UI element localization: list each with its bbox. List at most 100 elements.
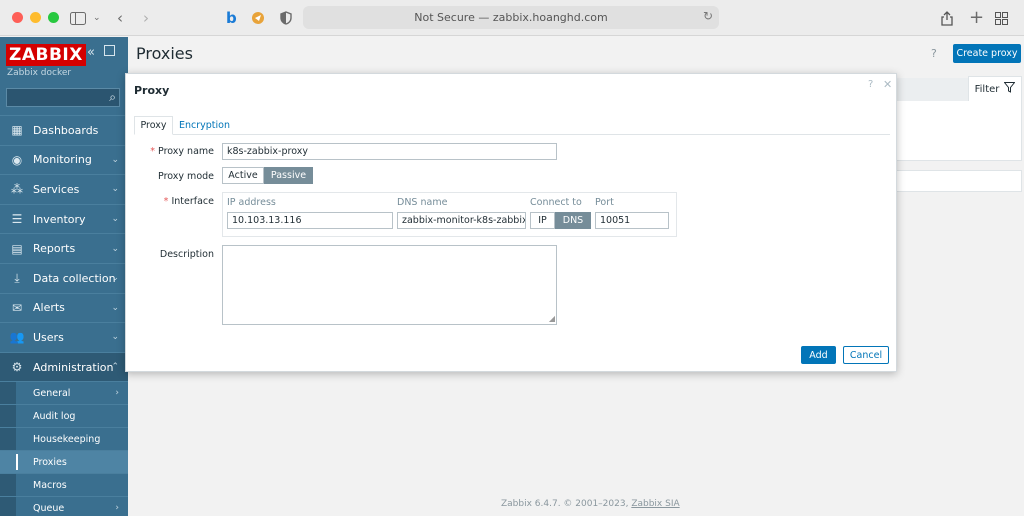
submenu-item-label: Macros [33,479,67,491]
menu-item-label: Administration [33,360,114,374]
help-icon[interactable]: ? [868,79,873,90]
menu-item-alerts[interactable]: ✉ Alerts ⌄ [0,292,128,323]
envelope-icon: ✉ [11,300,23,315]
shield-icon[interactable] [280,9,292,27]
ip-address-input[interactable]: 10.103.13.116 [227,212,393,229]
close-window-button[interactable] [12,12,23,23]
submenu-item-housekeeping[interactable]: Housekeeping [0,427,128,450]
bing-icon[interactable]: b [226,9,237,27]
submenu-item-label: Proxies [33,456,67,468]
port-input[interactable]: 10051 [595,212,669,229]
proxy-name-label: * Proxy name [126,146,214,157]
minimize-window-button[interactable] [30,12,41,23]
menu-item-reports[interactable]: ▤ Reports ⌄ [0,233,128,263]
users-icon: 👥 [9,330,25,345]
connect-to-toggle: IP DNS [530,212,591,229]
interface-table: IP address DNS name Connect to Port 10.1… [222,192,677,237]
kiosk-mode-icon[interactable] [104,45,115,56]
proxy-dialog: Proxy ? ✕ Proxy Encryption * Proxy name … [125,73,897,372]
reload-icon[interactable]: ↻ [703,9,713,23]
help-icon[interactable]: ? [931,47,937,60]
submenu-item-general[interactable]: General › [0,381,128,404]
connect-dns-button[interactable]: DNS [555,212,591,229]
chevron-down-icon: ⌄ [111,154,119,165]
tab-proxy[interactable]: Proxy [134,116,173,135]
menu-item-label: Inventory [33,212,86,226]
menu-item-dashboards[interactable]: ▦ Dashboards [0,115,128,145]
mode-passive-button[interactable]: Passive [264,167,313,184]
administration-submenu: General › Audit log Housekeeping Proxies… [0,381,128,516]
submenu-item-label: Housekeeping [33,433,101,445]
url-text: Not Secure — zabbix.hoanghd.com [414,11,608,24]
footer-link[interactable]: Zabbix SIA [631,499,679,509]
submenu-item-queue[interactable]: Queue › [0,496,128,516]
search-input[interactable]: ⌕ [6,88,120,107]
list-icon: ☰ [11,212,23,227]
footer: Zabbix 6.4.7. © 2001–2023, Zabbix SIA [501,499,680,509]
filter-label: Filter [974,83,1000,95]
menu-item-label: Monitoring [33,153,92,167]
extension-icon[interactable] [251,9,265,27]
menu-item-monitoring[interactable]: ◉ Monitoring ⌄ [0,144,128,175]
close-icon[interactable]: ✕ [883,78,892,91]
menu-item-services[interactable]: ⁂ Services ⌄ [0,174,128,204]
chevron-down-icon: ⌄ [111,302,119,313]
services-icon: ⁂ [11,182,23,197]
menu-item-administration[interactable]: ⚙ Administration ⌃ [0,351,128,382]
dialog-title: Proxy [134,84,170,97]
sidebar: ZABBIX « Zabbix docker ⌕ ▦ Dashboards ◉ … [0,37,128,516]
chevron-down-icon: ⌄ [111,184,119,195]
submenu-item-macros[interactable]: Macros [0,473,128,496]
menu-item-users[interactable]: 👥 Users ⌄ [0,322,128,352]
submenu-item-proxies[interactable]: Proxies [0,450,128,474]
new-tab-icon[interactable]: + [969,9,984,27]
address-bar[interactable]: Not Secure — zabbix.hoanghd.com ↻ [303,6,719,29]
add-button[interactable]: Add [801,346,836,364]
dashboard-icon: ▦ [11,123,23,138]
search-icon[interactable]: ⌕ [109,90,116,105]
chevron-down-icon[interactable]: ⌄ [93,9,101,27]
footer-text: Zabbix 6.4.7. © 2001–2023, [501,499,629,509]
interface-label: * Interface [126,196,214,207]
menu-item-label: Data collection [33,271,116,285]
chevron-down-icon: ⌄ [111,332,119,343]
chevron-down-icon: ⌄ [111,243,119,254]
chevron-right-icon: › [115,503,119,514]
submenu-item-label: Queue [33,502,65,514]
submenu-item-label: General [33,387,71,399]
zabbix-logo[interactable]: ZABBIX [6,44,86,66]
tab-overview-icon[interactable] [995,9,1008,27]
mode-active-button[interactable]: Active [222,167,264,184]
gear-icon: ⚙ [11,360,23,375]
ip-address-header: IP address [227,197,276,208]
maximize-window-button[interactable] [48,12,59,23]
filter-tab[interactable]: Filter [968,76,1022,101]
connect-ip-button[interactable]: IP [530,212,555,229]
chevron-right-icon[interactable]: › [143,9,149,27]
resize-handle-icon[interactable]: ◢ [549,315,555,323]
tab-encryption[interactable]: Encryption [179,116,230,135]
download-icon: ⤓ [14,270,20,285]
menu-item-label: Alerts [33,301,65,315]
filter-tab-strip [896,78,968,101]
chevron-up-icon: ⌃ [111,362,119,373]
browser-toolbar: ⌄ ‹ › b Not Secure — zabbix.hoanghd.com … [0,0,1024,36]
main-menu: ▦ Dashboards ◉ Monitoring ⌄ ⁂ Services ⌄… [0,115,128,516]
chevron-left-icon[interactable]: ‹ [117,9,123,27]
submenu-item-audit-log[interactable]: Audit log [0,404,128,427]
collapse-sidebar-icon[interactable]: « [87,45,95,60]
description-textarea[interactable]: ◢ [222,245,557,325]
dns-name-input[interactable]: zabbix-monitor-k8s-zabbix-helm [397,212,526,229]
share-icon[interactable] [941,9,953,27]
connect-to-header: Connect to [530,197,582,208]
create-proxy-button[interactable]: Create proxy [953,44,1021,63]
cancel-button[interactable]: Cancel [843,346,889,364]
menu-item-data-collection[interactable]: ⤓ Data collection ⌄ [0,262,128,293]
menu-item-label: Reports [33,242,76,256]
sidebar-toggle-icon[interactable] [70,9,86,27]
proxy-name-input[interactable]: k8s-zabbix-proxy [222,143,557,160]
filter-panel [896,101,1022,161]
submenu-item-label: Audit log [33,410,76,422]
menu-item-inventory[interactable]: ☰ Inventory ⌄ [0,203,128,234]
proxy-name-label-text: Proxy name [158,146,214,157]
